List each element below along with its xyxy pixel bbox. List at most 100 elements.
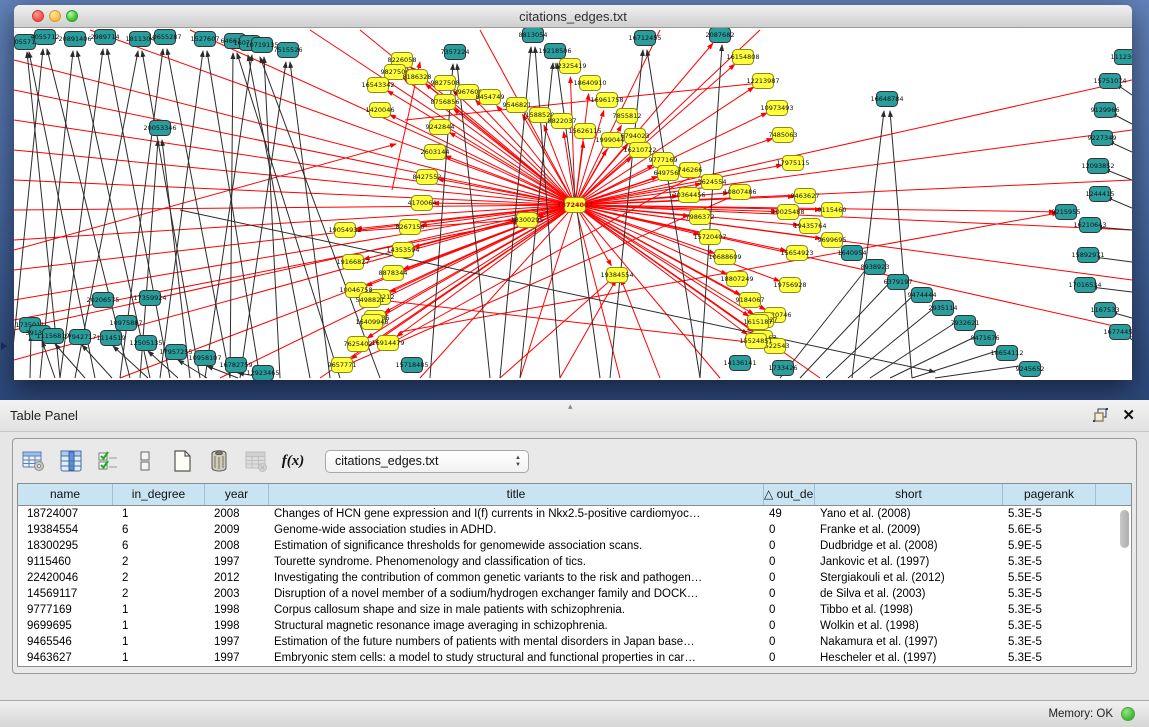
column-header-out_de[interactable]: △ out_de… — [764, 484, 815, 505]
node[interactable]: 1640954 — [838, 246, 867, 261]
selected-node[interactable]: 4170064 — [408, 196, 437, 211]
edge[interactable] — [30, 335, 31, 378]
selected-node[interactable]: 8878344 — [379, 266, 408, 281]
selected-node[interactable]: 2603144 — [421, 145, 450, 160]
delete-table-icon[interactable] — [206, 448, 232, 474]
selected-node[interactable]: 16154808 — [726, 50, 759, 65]
edge[interactable] — [42, 341, 55, 378]
memory-ok-led-icon[interactable] — [1121, 707, 1135, 721]
node[interactable]: 16712455 — [628, 31, 661, 46]
selected-node[interactable]: 12213987 — [746, 74, 779, 89]
edge[interactable] — [240, 62, 286, 378]
node[interactable]: 16774451 — [1103, 325, 1132, 340]
vertical-scrollbar[interactable] — [1120, 508, 1129, 666]
selected-node[interactable]: 9242844 — [426, 120, 455, 135]
node[interactable]: 8813054 — [519, 28, 548, 43]
selected-node[interactable]: 1615187 — [744, 315, 773, 330]
selected-edge[interactable] — [575, 205, 740, 295]
node[interactable]: 17359924 — [133, 291, 166, 306]
panel-collapse-arrow-icon[interactable] — [1, 342, 7, 350]
node[interactable]: 2087682 — [706, 28, 735, 43]
table-row[interactable]: 1830029562008Estimation of significance … — [18, 538, 1131, 554]
selected-node[interactable]: 19756928 — [773, 278, 806, 293]
node[interactable]: 8938923 — [861, 260, 890, 275]
selected-node[interactable]: 8186328 — [403, 70, 432, 85]
selected-node[interactable]: 10025488 — [771, 205, 804, 220]
node[interactable]: 9227349 — [1088, 131, 1117, 146]
node[interactable]: 7515526 — [274, 43, 303, 58]
selected-edge[interactable] — [14, 150, 575, 205]
select-columns-icon[interactable] — [95, 448, 121, 474]
node[interactable]: 20891406 — [58, 32, 91, 47]
selected-node[interactable]: 9184067 — [736, 293, 765, 308]
edge[interactable] — [82, 345, 112, 378]
node[interactable]: 19218506 — [538, 44, 571, 59]
selected-node[interactable]: 8756856 — [431, 95, 460, 110]
node[interactable]: 7932621 — [951, 316, 980, 331]
selected-node[interactable]: 9699695 — [818, 233, 847, 248]
node[interactable]: 9215955 — [1052, 205, 1081, 220]
node[interactable]: 1244415 — [1086, 187, 1115, 202]
selected-node[interactable]: 9463627 — [791, 189, 820, 204]
node[interactable]: 9129966 — [1091, 103, 1120, 118]
node[interactable]: 9474444 — [908, 288, 937, 303]
selected-node[interactable]: 10688609 — [708, 250, 741, 265]
node[interactable]: 10654112 — [990, 346, 1023, 361]
edge[interactable] — [160, 51, 203, 378]
table-row[interactable]: 977716911998Corpus callosum shape and si… — [18, 602, 1131, 618]
edge[interactable] — [230, 53, 233, 378]
selected-node[interactable]: 8454749 — [476, 90, 505, 105]
node[interactable]: 10958107 — [188, 351, 221, 366]
node[interactable]: 1114519 — [97, 331, 126, 346]
node[interactable]: 2935114 — [929, 301, 958, 316]
table-settings-icon[interactable] — [21, 448, 47, 474]
column-header-short[interactable]: short — [815, 484, 1003, 505]
edge[interactable] — [557, 63, 600, 378]
row-height-icon[interactable] — [132, 448, 158, 474]
close-panel-icon[interactable]: ✕ — [1122, 406, 1135, 424]
table-row[interactable]: 1938455462009Genome-wide association stu… — [18, 522, 1131, 538]
function-builder-icon[interactable]: f(x) — [280, 448, 306, 474]
selected-edge[interactable] — [14, 205, 575, 210]
table-row[interactable]: 1456911722003Disruption of a novel membe… — [18, 586, 1131, 602]
table-row[interactable]: 969969511998Structural magnetic resonanc… — [18, 618, 1131, 634]
node[interactable]: 9245652 — [1016, 362, 1045, 377]
node[interactable]: 17016534 — [1068, 278, 1101, 293]
node[interactable]: 12505135 — [129, 336, 162, 351]
node[interactable]: 15718485 — [395, 358, 428, 373]
selected-node[interactable]: 16914479 — [371, 336, 404, 351]
new-table-icon[interactable] — [169, 448, 195, 474]
node[interactable]: 1167533 — [1091, 303, 1120, 318]
table-row[interactable]: 946362711997Embryonic stem cells: a mode… — [18, 650, 1131, 666]
splitter-grip-icon[interactable]: ▴ — [568, 401, 574, 412]
selected-node[interactable]: 7855812 — [613, 109, 642, 124]
selected-edge[interactable] — [575, 80, 1132, 205]
node[interactable]: 2989714 — [91, 30, 120, 45]
node[interactable]: 16210643 — [1073, 218, 1106, 233]
node[interactable]: 16648784 — [870, 92, 903, 107]
column-header-name[interactable]: name — [18, 484, 113, 505]
selected-node[interactable]: 9657771 — [328, 358, 357, 373]
node[interactable]: 15892971 — [1071, 248, 1104, 263]
edge[interactable] — [912, 349, 1003, 378]
table-selector-dropdown[interactable]: citations_edges.txt ▲▼ — [325, 450, 529, 473]
node[interactable]: 4055712 — [31, 30, 60, 45]
table-row[interactable]: 1872400712008Changes of HCN gene express… — [18, 506, 1131, 522]
node[interactable]: 8471676 — [971, 331, 1000, 346]
node[interactable]: 1527607 — [191, 32, 220, 47]
network-window-titlebar[interactable]: citations_edges.txt — [14, 5, 1132, 28]
selected-node[interactable]: 7485063 — [769, 128, 798, 143]
selected-node[interactable]: 5498821 — [356, 293, 385, 308]
selected-node[interactable]: 9115460 — [818, 203, 847, 218]
selected-node[interactable]: 1420046 — [366, 103, 395, 118]
selected-node[interactable]: 19384554 — [600, 268, 633, 283]
selected-edge[interactable] — [575, 94, 589, 205]
selected-edge[interactable] — [420, 205, 575, 378]
selected-node[interactable]: 746266 — [678, 163, 703, 178]
selected-edge[interactable] — [14, 222, 519, 320]
selected-node[interactable]: 18640910 — [573, 76, 606, 91]
edge[interactable] — [848, 304, 939, 378]
node[interactable]: 15751074 — [1093, 74, 1126, 89]
node[interactable]: 6379197 — [884, 275, 913, 290]
edge[interactable] — [248, 55, 310, 378]
